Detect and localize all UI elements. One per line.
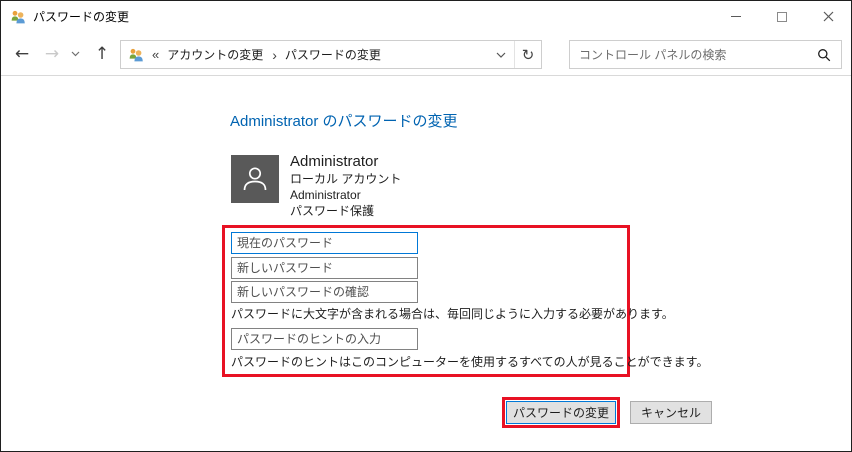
title-bar: パスワードの変更 bbox=[1, 1, 851, 32]
account-name: Administrator bbox=[290, 152, 401, 171]
hint-visibility-note: パスワードのヒントはこのコンピューターを使用するすべての人が見ることができます。 bbox=[231, 353, 708, 370]
recent-pages-dropdown[interactable] bbox=[67, 41, 83, 67]
cancel-button[interactable]: キャンセル bbox=[630, 401, 712, 424]
red-annotation-button-box: パスワードの変更 bbox=[502, 397, 620, 428]
account-info: Administrator ローカル アカウント Administrator パ… bbox=[290, 152, 401, 219]
navigation-toolbar: ← → ↑ « アカウントの変更 › パスワードの変更 bbox=[1, 32, 851, 76]
main-content: Administrator のパスワードの変更 Administrator ロー… bbox=[1, 76, 851, 451]
search-icon bbox=[817, 48, 831, 62]
close-icon bbox=[823, 11, 834, 22]
minimize-icon bbox=[731, 16, 741, 17]
chevron-down-icon bbox=[496, 52, 506, 58]
user-accounts-icon bbox=[10, 9, 26, 25]
confirm-password-field[interactable] bbox=[231, 281, 418, 303]
minimize-button[interactable] bbox=[713, 1, 759, 32]
breadcrumb-collapsed-icon[interactable]: « bbox=[152, 47, 159, 62]
person-silhouette-icon bbox=[237, 161, 273, 197]
account-type: ローカル アカウント bbox=[290, 171, 401, 187]
avatar bbox=[231, 155, 279, 203]
page-title: Administrator のパスワードの変更 bbox=[230, 110, 458, 131]
change-password-window: パスワードの変更 ← → ↑ bbox=[0, 0, 852, 452]
user-accounts-icon bbox=[128, 47, 144, 63]
search-box bbox=[569, 40, 842, 69]
account-group: Administrator bbox=[290, 187, 401, 203]
address-dropdown-button[interactable] bbox=[488, 41, 514, 68]
maximize-button[interactable] bbox=[759, 1, 805, 32]
address-bar[interactable]: « アカウントの変更 › パスワードの変更 ↻ bbox=[120, 40, 542, 69]
chevron-down-icon bbox=[71, 51, 80, 57]
search-input[interactable] bbox=[570, 41, 817, 68]
password-hint-field[interactable] bbox=[231, 328, 418, 350]
back-button[interactable]: ← bbox=[9, 41, 35, 67]
breadcrumb-separator-icon: › bbox=[272, 48, 277, 62]
new-password-field[interactable] bbox=[231, 257, 418, 279]
breadcrumb-item-account-change[interactable]: アカウントの変更 bbox=[167, 46, 263, 63]
refresh-button[interactable]: ↻ bbox=[514, 41, 541, 68]
window-title: パスワードの変更 bbox=[33, 8, 129, 25]
close-button[interactable] bbox=[805, 1, 851, 32]
breadcrumb-item-password-change[interactable]: パスワードの変更 bbox=[285, 46, 381, 63]
maximize-icon bbox=[777, 12, 787, 22]
change-password-button[interactable]: パスワードの変更 bbox=[506, 401, 616, 424]
forward-button[interactable]: → bbox=[39, 41, 65, 67]
current-password-field[interactable] bbox=[231, 232, 418, 254]
account-protection: パスワード保護 bbox=[290, 203, 401, 219]
up-button[interactable]: ↑ bbox=[89, 41, 115, 67]
case-sensitivity-note: パスワードに大文字が含まれる場合は、毎回同じように入力する必要があります。 bbox=[231, 305, 674, 322]
